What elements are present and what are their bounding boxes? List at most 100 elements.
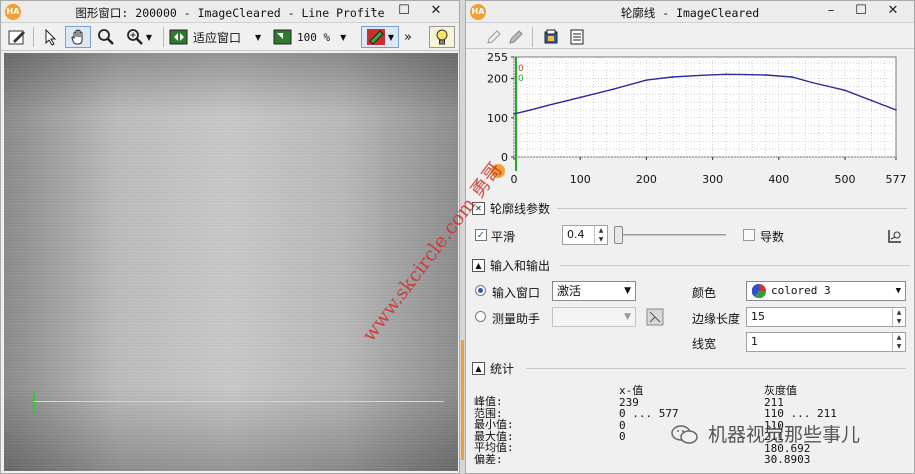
- profile-point: [579, 96, 582, 99]
- section-stats-title: 统计: [490, 361, 515, 376]
- graphics-window-titlebar[interactable]: HA 图形窗口: 200000 - ImageCleared - Line Pr…: [1, 1, 459, 23]
- zoom-icon: [273, 29, 292, 45]
- color-select[interactable]: colored 3 ▼: [746, 281, 906, 301]
- input-window-select[interactable]: 激活 ▼: [552, 281, 636, 301]
- pen-icon[interactable]: [484, 26, 504, 48]
- stats-row-label: 峰值:: [474, 395, 503, 408]
- wechat-caption-text: 机器视觉那些事儿: [708, 424, 861, 446]
- hand-icon[interactable]: [65, 26, 91, 48]
- magnifier-icon[interactable]: [95, 26, 117, 48]
- close-button[interactable]: ✕: [878, 1, 908, 22]
- derivative-checkbox[interactable]: [743, 229, 755, 241]
- graphics-window: HA 图形窗口: 200000 - ImageCleared - Line Pr…: [0, 0, 460, 474]
- maximize-button[interactable]: ☐: [389, 1, 419, 22]
- profile-point: [725, 73, 727, 76]
- y-tick-label: 0: [501, 151, 508, 164]
- profile-point: [529, 109, 532, 111]
- color-dropdown[interactable]: ▼: [361, 26, 399, 48]
- measure-assistant-radio[interactable]: [475, 311, 486, 322]
- spinner-arrows-icon[interactable]: ▲ ▼: [594, 226, 607, 244]
- section-stats[interactable]: ▲ 统计: [472, 359, 906, 377]
- profile-point: [844, 89, 846, 92]
- profile-point: [744, 73, 747, 76]
- measure-assistant-icon[interactable]: [644, 306, 666, 328]
- color-label: 颜色: [692, 286, 717, 300]
- stats-row-gray: 110 ... 211: [764, 407, 837, 420]
- smooth-label: 平滑: [491, 230, 516, 244]
- wechat-caption: 机器视觉那些事儿: [670, 420, 860, 447]
- y-tick-label: 100: [487, 112, 508, 125]
- line-profile-titlebar[interactable]: HA 轮廓线 - ImageCleared – ☐ ✕: [466, 1, 914, 23]
- profile-export-icon[interactable]: [884, 225, 906, 247]
- minimize-button[interactable]: –: [359, 1, 389, 22]
- edge-length-spinner[interactable]: 15 ▲ ▼: [746, 307, 906, 327]
- color-icon: [366, 29, 385, 45]
- section-input-output[interactable]: ▲ 输入和输出: [472, 256, 910, 274]
- chevron-down-icon[interactable]: ▼: [624, 282, 631, 300]
- window-select-icon[interactable]: [540, 26, 562, 48]
- profile-point: [612, 88, 615, 90]
- line-width-spinner[interactable]: 1 ▲ ▼: [746, 332, 906, 352]
- stats-row-label: 偏差:: [474, 452, 503, 466]
- fit-window-icon: [169, 29, 188, 45]
- input-window-value: 激活: [557, 284, 582, 298]
- pen-erase-icon[interactable]: [506, 26, 526, 48]
- input-window-radio[interactable]: [475, 285, 486, 296]
- toolbar-overflow-button[interactable]: »: [401, 26, 415, 48]
- profile-line[interactable]: [34, 401, 444, 402]
- profile-point: [870, 99, 873, 102]
- x-tick-label: 577: [886, 173, 907, 186]
- stats-row-x: 0 ... 577: [619, 407, 679, 420]
- smooth-slider[interactable]: [614, 234, 726, 236]
- zoom-in-icon[interactable]: ▼: [121, 26, 157, 48]
- chevron-down-icon[interactable]: ▼: [624, 308, 631, 326]
- x-tick-label: 500: [835, 173, 856, 186]
- chevron-down-icon[interactable]: ▼: [146, 33, 152, 42]
- stats-row-label: 最小值:: [474, 418, 514, 431]
- maximize-button[interactable]: ☐: [846, 1, 876, 22]
- marker-label: 0: [518, 64, 524, 74]
- stats-header-gray: 灰度值: [764, 384, 797, 397]
- expand-icon[interactable]: ▲: [472, 361, 485, 375]
- fit-window-dropdown[interactable]: 适应窗口 ▼: [169, 26, 269, 48]
- edit-icon[interactable]: [5, 26, 29, 48]
- expand-icon[interactable]: ▲: [472, 258, 485, 272]
- wechat-icon: [671, 424, 698, 444]
- measure-assistant-select[interactable]: ▼: [552, 307, 636, 327]
- profile-line-start-marker[interactable]: [33, 391, 35, 413]
- minimize-button[interactable]: –: [816, 1, 846, 22]
- smooth-value: 0.4: [567, 228, 585, 241]
- chevron-down-icon[interactable]: ▼: [340, 33, 346, 42]
- marker-label: 0: [518, 74, 524, 84]
- profile-point: [546, 104, 548, 107]
- spinner-arrows-icon[interactable]: ▲ ▼: [892, 308, 905, 326]
- section-io-title: 输入和输出: [490, 258, 551, 273]
- profile-point: [895, 109, 897, 111]
- lightbulb-icon[interactable]: [429, 26, 455, 48]
- smooth-value-spinner[interactable]: 0.4 ▲ ▼: [562, 225, 608, 245]
- chevron-down-icon[interactable]: ▼: [255, 33, 261, 42]
- fit-window-label: 适应窗口: [193, 30, 242, 45]
- profile-toolbar: [466, 23, 914, 49]
- profile-chart-svg: 25520010000 100 200 300 400 500 57700: [487, 51, 907, 186]
- close-button[interactable]: ✕: [421, 1, 451, 22]
- chevron-down-icon[interactable]: ▼: [388, 33, 394, 42]
- graphics-toolbar: ▼ 适应窗口 ▼ 100 % ▼ ▼ »: [1, 23, 459, 51]
- profile-point: [671, 76, 674, 78]
- color-value: colored 3: [771, 284, 831, 297]
- pointer-icon[interactable]: [39, 26, 63, 48]
- splitter-handle[interactable]: [461, 340, 464, 460]
- profile-point: [698, 74, 701, 77]
- measure-assistant-label: 测量助手: [492, 312, 541, 326]
- profile-chart[interactable]: 255 200 100 0 0 100 200 300 400 500 577 0 0: [466, 51, 914, 193]
- image-canvas[interactable]: [4, 53, 458, 471]
- x-tick-label: 0: [511, 173, 518, 186]
- smooth-slider-thumb[interactable]: [614, 226, 624, 244]
- chevron-down-icon[interactable]: ▼: [896, 282, 901, 300]
- spinner-arrows-icon[interactable]: ▲ ▼: [892, 333, 905, 351]
- section-profile-params-title: 轮廓线参数: [490, 201, 551, 216]
- list-icon[interactable]: [566, 26, 588, 48]
- smooth-checkbox[interactable]: ✓: [475, 229, 487, 241]
- zoom-dropdown[interactable]: 100 % ▼: [273, 26, 357, 48]
- profile-point: [811, 81, 813, 84]
